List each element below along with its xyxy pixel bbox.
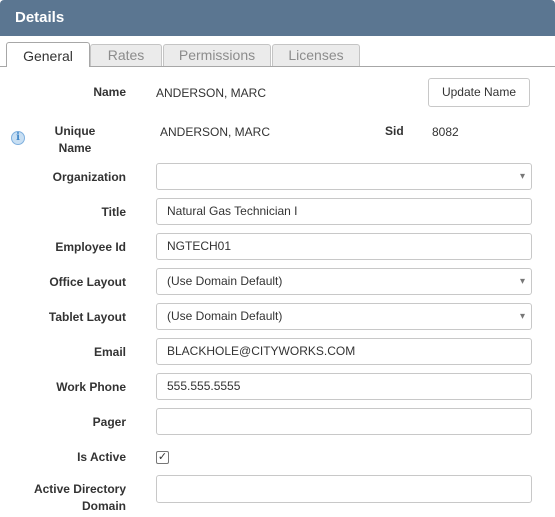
organization-select[interactable]: ▾ — [156, 163, 532, 190]
name-label: Name — [93, 85, 126, 99]
name-value: ANDERSON, MARC — [156, 86, 267, 100]
tab-licenses[interactable]: Licenses — [272, 44, 360, 66]
ad-domain-label-line2: Domain — [81, 499, 126, 513]
sid-value: 8082 — [432, 125, 459, 139]
chevron-down-icon[interactable]: ▾ — [520, 164, 525, 189]
tab-permissions[interactable]: Permissions — [163, 44, 271, 66]
tablet-layout-select[interactable]: (Use Domain Default) ▾ — [156, 303, 532, 330]
chevron-down-icon[interactable]: ▾ — [520, 304, 525, 329]
email-label: Email — [93, 345, 126, 359]
unique-name-label-line1: Unique — [54, 124, 96, 138]
employee-id-input[interactable]: NGTECH01 — [156, 233, 532, 260]
office-layout-value: (Use Domain Default) — [167, 274, 283, 288]
panel-header: Details — [0, 0, 555, 36]
organization-label: Organization — [52, 170, 126, 184]
details-panel: Details General Rates Permissions Licens… — [0, 0, 555, 517]
tab-general[interactable]: General — [6, 42, 90, 68]
work-phone-input[interactable]: 555.555.5555 — [156, 373, 532, 400]
chevron-down-icon[interactable]: ▾ — [520, 269, 525, 294]
ad-domain-label-line1: Active Directory — [33, 482, 126, 496]
panel-title: Details — [15, 9, 65, 26]
sid-label: Sid — [385, 124, 404, 138]
tablet-layout-value: (Use Domain Default) — [167, 309, 283, 323]
title-input[interactable]: Natural Gas Technician I — [156, 198, 532, 225]
pager-input[interactable] — [156, 408, 532, 435]
email-input[interactable]: BLACKHOLE@CITYWORKS.COM — [156, 338, 532, 365]
is-active-checkbox[interactable]: ✓ — [156, 451, 169, 464]
office-layout-label: Office Layout — [49, 275, 126, 289]
employee-id-label: Employee Id — [55, 240, 126, 254]
unique-name-value: ANDERSON, MARC — [160, 125, 271, 139]
unique-name-label-line2: Name — [58, 141, 92, 155]
title-label: Title — [101, 205, 126, 219]
tablet-layout-label: Tablet Layout — [48, 310, 126, 324]
update-name-button[interactable]: Update Name — [428, 78, 530, 107]
pager-label: Pager — [92, 415, 126, 429]
work-phone-label: Work Phone — [56, 380, 126, 394]
ad-domain-input[interactable] — [156, 475, 532, 503]
is-active-label: Is Active — [77, 450, 126, 464]
unique-name-label: Unique Name — [20, 123, 130, 157]
ad-domain-label: Active Directory Domain — [20, 481, 126, 515]
office-layout-select[interactable]: (Use Domain Default) ▾ — [156, 268, 532, 295]
tab-rates[interactable]: Rates — [90, 44, 162, 66]
